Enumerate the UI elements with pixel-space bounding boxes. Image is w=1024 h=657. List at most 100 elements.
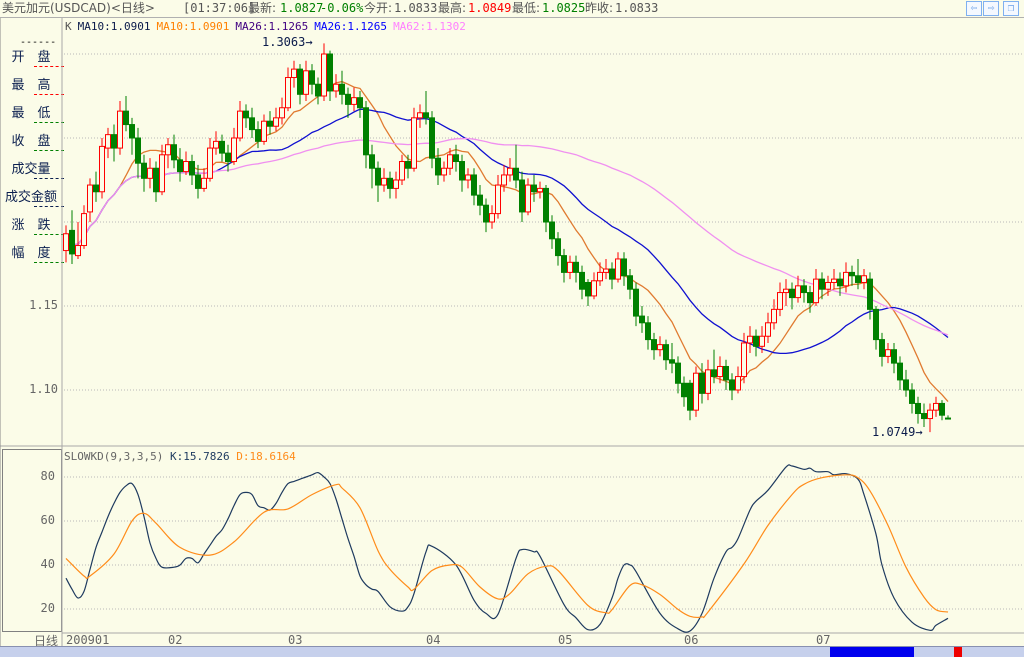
candle	[939, 400, 945, 421]
candle-body-up	[285, 77, 291, 109]
candle	[297, 64, 303, 105]
candle	[237, 101, 243, 142]
candle	[75, 222, 81, 259]
candle	[945, 415, 951, 420]
candle-body-down	[891, 349, 897, 364]
candle	[375, 161, 381, 202]
candle	[405, 154, 411, 179]
candle	[747, 326, 753, 354]
candle-body-up	[279, 107, 285, 119]
candle	[909, 383, 915, 414]
candle-body-down	[519, 179, 525, 213]
candle	[831, 269, 837, 290]
candle-body-down	[357, 97, 363, 109]
candle-body-down	[723, 365, 729, 381]
candle	[639, 306, 645, 333]
candle	[771, 299, 777, 330]
candle-body-up	[321, 53, 327, 97]
candle	[549, 215, 555, 249]
candle-body-up	[765, 322, 771, 337]
candle-body-down	[849, 271, 855, 277]
candle-body-up	[165, 144, 171, 156]
candle-body-up	[759, 335, 765, 347]
candle-body-down	[459, 161, 465, 181]
candle	[777, 282, 783, 317]
candle-body-up	[231, 137, 237, 163]
candle-body-down	[309, 70, 315, 85]
candle	[483, 198, 489, 233]
candle-body-up	[117, 110, 123, 149]
candle	[357, 90, 363, 118]
candle	[903, 369, 909, 397]
candle-body-up	[465, 174, 471, 181]
candle-body-up	[783, 288, 789, 294]
candle-body-down	[663, 344, 669, 361]
candle	[765, 312, 771, 343]
candle	[843, 262, 849, 293]
candle-body-up	[597, 271, 603, 282]
candle	[381, 168, 387, 192]
candle	[315, 77, 321, 105]
candle-body-down	[573, 261, 579, 273]
candle-body-up	[87, 184, 93, 213]
candle-body-up	[393, 179, 399, 189]
candle-body-down	[801, 285, 807, 294]
candle	[363, 101, 369, 169]
candle-body-up	[333, 83, 339, 92]
candle	[927, 403, 933, 433]
candle	[519, 171, 525, 222]
candle-body-up	[381, 177, 387, 186]
candle-body-down	[639, 315, 645, 324]
candle-body-down	[609, 268, 615, 280]
candle	[921, 403, 927, 427]
candle-body-up	[183, 161, 189, 173]
candle-body-up	[825, 281, 831, 290]
candle	[471, 168, 477, 206]
candle-body-up	[261, 120, 267, 142]
candle	[543, 185, 549, 233]
candle	[729, 373, 735, 401]
candle	[849, 265, 855, 286]
candle-body-down	[579, 271, 585, 290]
candle-body-down	[435, 157, 441, 176]
kd-d-line	[65, 474, 949, 619]
candle	[801, 279, 807, 303]
candle	[597, 262, 603, 286]
candle-body-down	[633, 288, 639, 317]
candle-body-up	[717, 365, 723, 378]
candle	[645, 316, 651, 350]
candle	[351, 87, 357, 112]
candle-body-up	[567, 261, 573, 273]
candle	[573, 255, 579, 283]
candle-body-down	[345, 93, 351, 105]
candle-body-up	[417, 112, 423, 119]
candle	[615, 252, 621, 283]
candle	[675, 356, 681, 394]
candle	[387, 171, 393, 199]
candle	[273, 107, 279, 132]
candle-body-up	[495, 184, 501, 215]
candle-body-down	[621, 258, 627, 277]
candle-body-down	[153, 167, 159, 193]
candle-body-up	[741, 342, 747, 378]
candle-body-up	[99, 145, 105, 193]
candle	[537, 181, 543, 199]
candle	[81, 205, 87, 249]
candle	[231, 127, 237, 165]
candle-body-down	[855, 275, 861, 283]
candle	[135, 127, 141, 179]
candle-body-up	[201, 177, 207, 189]
candle	[63, 225, 69, 263]
candle-body-down	[681, 382, 687, 398]
candle	[531, 174, 537, 202]
candle-body-up	[705, 369, 711, 394]
candle-body-down	[171, 144, 177, 161]
candle-body-up	[843, 271, 849, 287]
candle-body-down	[687, 382, 693, 411]
candle-body-up	[735, 376, 741, 391]
candle-body-down	[819, 278, 825, 290]
candle	[225, 144, 231, 172]
candle	[561, 248, 567, 283]
candle	[393, 171, 399, 199]
candle	[99, 138, 105, 199]
